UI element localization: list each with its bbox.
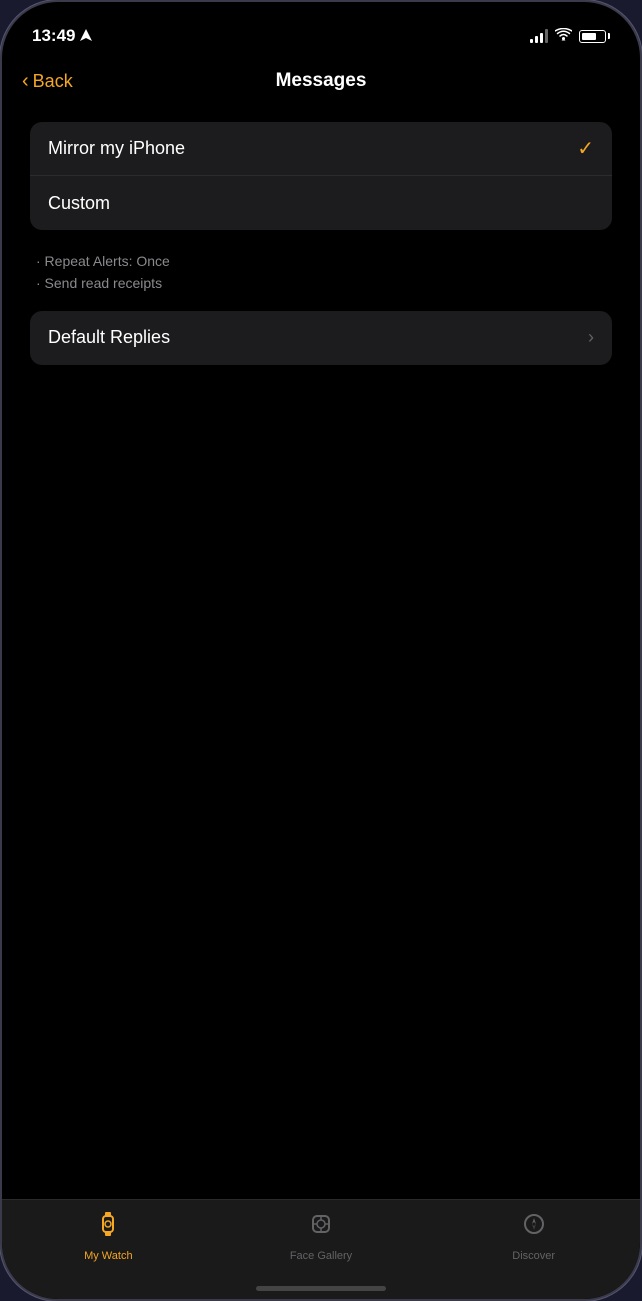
tab-my-watch[interactable]: My Watch	[2, 1210, 215, 1262]
discover-tab-label: Discover	[512, 1250, 555, 1262]
discover-icon	[520, 1210, 548, 1245]
default-replies-row[interactable]: Default Replies ›	[30, 311, 612, 365]
location-icon	[80, 29, 92, 44]
tab-bar: My Watch Face Gallery	[2, 1199, 640, 1299]
phone-frame: 13:49	[0, 0, 642, 1301]
chevron-right-icon: ›	[588, 327, 594, 348]
wifi-icon	[555, 28, 572, 44]
screen: 13:49	[2, 2, 640, 1299]
content-area: Mirror my iPhone ✓ Custom · Repeat Alert…	[2, 102, 640, 397]
mirror-iphone-label: Mirror my iPhone	[48, 138, 185, 159]
face-gallery-icon	[307, 1210, 335, 1245]
home-indicator	[256, 1286, 386, 1291]
status-time: 13:49	[32, 26, 92, 46]
info-line-2: · Send read receipts	[36, 272, 606, 294]
battery-icon	[579, 30, 610, 43]
info-line-1: · Repeat Alerts: Once	[36, 250, 606, 272]
back-button[interactable]: ‹ Back	[22, 70, 73, 93]
custom-label: Custom	[48, 193, 110, 214]
face-gallery-tab-label: Face Gallery	[290, 1250, 352, 1262]
tab-discover[interactable]: Discover	[427, 1210, 640, 1262]
notification-style-group: Mirror my iPhone ✓ Custom	[30, 122, 612, 230]
back-label: Back	[33, 71, 73, 92]
back-chevron-icon: ‹	[22, 70, 29, 93]
status-right-icons	[530, 28, 610, 44]
tab-face-gallery[interactable]: Face Gallery	[215, 1210, 428, 1262]
signal-icon	[530, 29, 548, 43]
nav-bar: ‹ Back Messages	[2, 60, 640, 102]
default-replies-group: Default Replies ›	[30, 311, 612, 365]
page-title: Messages	[276, 70, 367, 92]
dynamic-island	[261, 16, 381, 52]
mirror-iphone-checkmark: ✓	[577, 136, 594, 161]
info-text-block: · Repeat Alerts: Once · Send read receip…	[30, 242, 612, 311]
my-watch-icon	[94, 1210, 122, 1245]
time-display: 13:49	[32, 26, 75, 46]
custom-row[interactable]: Custom	[30, 176, 612, 230]
mirror-iphone-row[interactable]: Mirror my iPhone ✓	[30, 122, 612, 176]
default-replies-label: Default Replies	[48, 327, 170, 348]
my-watch-tab-label: My Watch	[84, 1250, 133, 1262]
